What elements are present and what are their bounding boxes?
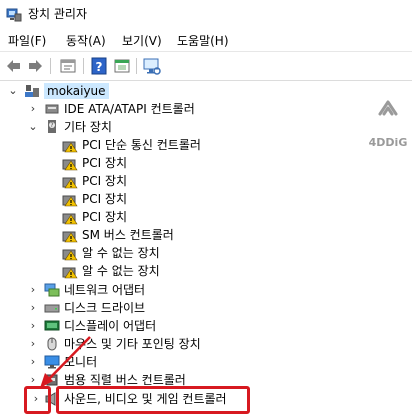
tree-item-monitor[interactable]: › 모니터 <box>0 353 412 371</box>
tree-child-pci-device[interactable]: PCI 장치 <box>0 190 412 208</box>
tree-item-mouse[interactable]: › 마우스 및 기타 포인팅 장치 <box>0 335 412 353</box>
tree-item-network[interactable]: › 네트워크 어댑터 <box>0 281 412 299</box>
menu-help[interactable]: 도움말(H) <box>177 32 229 49</box>
toolbar-separator <box>83 58 84 74</box>
device-manager-icon <box>6 8 22 22</box>
tree-child-label: PCI 장치 <box>82 210 128 224</box>
display-adapter-icon <box>44 320 60 331</box>
computer-icon <box>25 85 39 97</box>
forward-icon[interactable] <box>25 56 45 76</box>
tree-item-ide[interactable]: › IDE ATA/ATAPI 컨트롤러 <box>0 100 412 118</box>
watermark-icon <box>378 100 398 116</box>
tree-item-label: 마우스 및 기타 포인팅 장치 <box>64 337 201 351</box>
scan-hardware-icon[interactable] <box>142 56 162 76</box>
warning-device-icon <box>62 195 78 207</box>
back-icon[interactable] <box>4 56 24 76</box>
tree-item-label: 기타 장치 <box>64 120 112 134</box>
tree-item-disk[interactable]: › 디스크 드라이브 <box>0 299 412 317</box>
watermark-logo: 4DDiG <box>368 92 408 162</box>
tree-child-label: PCI 장치 <box>82 192 128 206</box>
warning-device-icon <box>62 159 78 171</box>
chevron-right-icon[interactable]: › <box>26 319 40 333</box>
chevron-right-icon[interactable]: › <box>26 355 40 369</box>
mouse-icon <box>47 337 57 351</box>
toolbar-separator <box>136 58 137 74</box>
highlight-box-sound <box>56 386 250 414</box>
monitor-icon <box>44 355 60 369</box>
toolbar-separator <box>50 58 51 74</box>
tree-root[interactable]: ⌄ mokaiyue <box>0 82 412 100</box>
tree-item-other-devices[interactable]: ⌄ ? 기타 장치 <box>0 118 412 136</box>
tree-child-sm-bus[interactable]: SM 버스 컨트롤러 <box>0 226 412 244</box>
tree-child-label: PCI 장치 <box>82 174 128 188</box>
warning-device-icon <box>62 231 78 243</box>
warning-device-icon <box>62 141 78 153</box>
tree-item-label: IDE ATA/ATAPI 컨트롤러 <box>64 102 195 116</box>
device-tree: ⌄ mokaiyue › IDE ATA/ATAPI 컨트롤러 ⌄ ? 기타 장… <box>0 80 412 414</box>
tree-child-pci-device[interactable]: PCI 장치 <box>0 172 412 190</box>
menu-bar: 파일(F) 동작(A) 보기(V) 도움말(H) <box>0 28 412 50</box>
properties-icon[interactable] <box>58 56 78 76</box>
tree-item-label: 디스크 드라이브 <box>64 301 146 315</box>
svg-text:?: ? <box>50 122 53 129</box>
menu-action[interactable]: 동작(A) <box>66 32 106 49</box>
tree-child-unknown[interactable]: 알 수 없는 장치 <box>0 244 412 262</box>
network-adapter-icon <box>44 283 60 297</box>
warning-device-icon <box>62 249 78 261</box>
warning-device-icon <box>62 213 78 225</box>
chevron-right-icon[interactable]: › <box>26 283 40 297</box>
tree-child-label: 알 수 없는 장치 <box>82 246 160 260</box>
chevron-right-icon[interactable]: › <box>26 373 40 387</box>
chevron-down-icon[interactable]: ⌄ <box>6 84 20 98</box>
show-hidden-icon[interactable] <box>112 56 132 76</box>
window-title: 장치 관리자 <box>28 7 88 21</box>
chevron-right-icon[interactable]: › <box>26 102 40 116</box>
chevron-right-icon[interactable]: › <box>26 337 40 351</box>
chevron-down-icon[interactable]: ⌄ <box>26 120 40 134</box>
tree-item-label: 네트워크 어댑터 <box>64 283 146 297</box>
tree-child-label: PCI 단순 통신 컨트롤러 <box>82 138 201 152</box>
tree-child-unknown[interactable]: 알 수 없는 장치 <box>0 262 412 280</box>
tree-child-pci-comm[interactable]: PCI 단순 통신 컨트롤러 <box>0 136 412 154</box>
tree-item-label: 디스플레이 어댑터 <box>64 319 157 333</box>
highlight-box-expander <box>24 386 51 414</box>
tree-child-label: PCI 장치 <box>82 156 128 170</box>
toolbar: ? <box>0 51 412 81</box>
chevron-right-icon[interactable]: › <box>26 301 40 315</box>
other-devices-icon: ? <box>48 120 56 133</box>
tree-child-label: SM 버스 컨트롤러 <box>82 228 174 242</box>
menu-view[interactable]: 보기(V) <box>122 32 162 49</box>
ide-controller-icon <box>45 104 59 114</box>
computer-name: mokaiyue <box>44 83 109 99</box>
tree-child-pci-device[interactable]: PCI 장치 <box>0 208 412 226</box>
tree-child-label: 알 수 없는 장치 <box>82 264 160 278</box>
tree-item-label: 모니터 <box>64 355 98 369</box>
tree-child-pci-device[interactable]: PCI 장치 <box>0 154 412 172</box>
tree-item-display[interactable]: › 디스플레이 어댑터 <box>0 317 412 335</box>
title-bar: 장치 관리자 <box>0 0 412 28</box>
warning-device-icon <box>62 177 78 189</box>
menu-file[interactable]: 파일(F) <box>8 32 46 49</box>
watermark-text: 4DDiG <box>368 136 408 149</box>
svg-text:?: ? <box>96 60 103 74</box>
warning-device-icon <box>62 267 78 279</box>
disk-drive-icon <box>44 304 60 313</box>
help-icon[interactable]: ? <box>89 56 109 76</box>
